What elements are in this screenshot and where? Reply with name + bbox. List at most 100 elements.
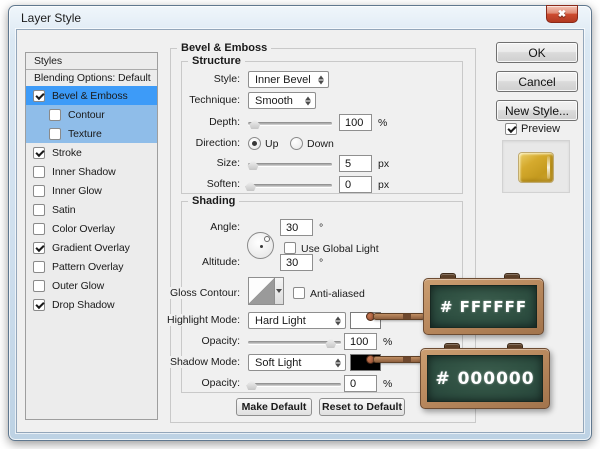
sidebar-item-bevel-emboss[interactable]: Bevel & Emboss — [26, 86, 157, 105]
highlight-opacity-label: Opacity: — [199, 335, 242, 347]
shadow-mode-dropdown[interactable]: Soft Light — [248, 354, 346, 371]
pattern-overlay-checkbox[interactable] — [33, 260, 45, 273]
cancel-button[interactable]: Cancel — [496, 71, 578, 92]
soften-slider[interactable] — [245, 176, 332, 193]
gloss-contour-arrow-icon[interactable] — [275, 277, 284, 305]
stroke-checkbox[interactable] — [33, 146, 45, 159]
soften-unit: px — [378, 179, 390, 191]
dropdown-spinner-icon — [335, 358, 341, 367]
outer-glow-checkbox[interactable] — [33, 279, 45, 292]
depth-input[interactable] — [339, 114, 372, 131]
shadow-hex-chalkboard: # 000000 — [420, 343, 550, 409]
soften-label: Soften: — [204, 178, 242, 190]
highlight-opacity-slider[interactable] — [248, 333, 341, 350]
texture-checkbox[interactable] — [49, 127, 61, 140]
altitude-label: Altitude: — [200, 256, 242, 268]
shadow-opacity-label: Opacity: — [199, 377, 242, 389]
technique-label: Technique: — [187, 94, 242, 106]
anti-aliased-label: Anti-aliased — [310, 288, 365, 300]
depth-label: Depth: — [207, 116, 242, 128]
styles-list-header: Styles — [26, 53, 157, 70]
structure-group-title: Structure — [188, 54, 245, 68]
size-input[interactable] — [339, 155, 372, 172]
depth-unit: % — [378, 117, 388, 129]
new-style-button[interactable]: New Style... — [496, 100, 578, 121]
shadow-mode-label: Shadow Mode: — [167, 356, 242, 368]
sidebar-item-inner-shadow[interactable]: Inner Shadow — [26, 162, 157, 181]
style-preview-thumbnail — [519, 153, 553, 182]
sidebar-item-gradient-overlay[interactable]: Gradient Overlay — [26, 238, 157, 257]
highlight-mode-label: Highlight Mode: — [165, 314, 242, 326]
pointer-stick-icon — [373, 356, 425, 363]
sidebar-item-stroke[interactable]: Stroke — [26, 143, 157, 162]
direction-down-radio[interactable] — [290, 137, 303, 150]
sidebar-item-blending-options[interactable]: Blending Options: Default — [26, 70, 157, 86]
shadow-mode-value: Soft Light — [255, 356, 302, 369]
sidebar-item-outer-glow[interactable]: Outer Glow — [26, 276, 157, 295]
direction-up-radio[interactable] — [248, 137, 261, 150]
chalkboard-frame: # FFFFFF — [423, 278, 544, 335]
style-dropdown-value: Inner Bevel — [255, 73, 311, 86]
style-preview-box — [502, 140, 570, 193]
shadow-opacity-unit: % — [383, 378, 393, 390]
direction-up-label: Up — [265, 138, 279, 150]
pointer-stick-icon — [373, 313, 425, 320]
structure-group: Structure Style: Inner Bevel Technique: … — [181, 54, 463, 194]
highlight-mode-dropdown[interactable]: Hard Light — [248, 312, 346, 329]
make-default-button[interactable]: Make Default — [236, 398, 312, 416]
sidebar-item-pattern-overlay[interactable]: Pattern Overlay — [26, 257, 157, 276]
close-icon: ✖ — [557, 8, 567, 20]
use-global-light-checkbox[interactable] — [284, 242, 296, 254]
chalkboard-frame: # 000000 — [420, 348, 550, 409]
gloss-contour-picker[interactable] — [248, 277, 284, 305]
highlight-opacity-input[interactable] — [344, 333, 377, 350]
direction-down-label: Down — [307, 138, 334, 150]
sidebar-item-color-overlay[interactable]: Color Overlay — [26, 219, 157, 238]
satin-checkbox[interactable] — [33, 203, 45, 216]
contour-checkbox[interactable] — [49, 108, 61, 121]
technique-dropdown[interactable]: Smooth — [248, 92, 316, 109]
screenshot-canvas: Layer Style ✖ Styles Blending Options: D… — [0, 0, 600, 449]
close-button[interactable]: ✖ — [546, 5, 578, 23]
highlight-hex-value: # FFFFFF — [439, 297, 528, 316]
gloss-contour-label: Gloss Contour: — [167, 287, 242, 299]
inner-glow-checkbox[interactable] — [33, 184, 45, 197]
gloss-contour-thumbnail[interactable] — [248, 277, 275, 305]
highlight-opacity-unit: % — [383, 336, 393, 348]
soften-input[interactable] — [339, 176, 372, 193]
angle-label: Angle: — [208, 221, 242, 233]
shadow-opacity-input[interactable] — [344, 375, 377, 392]
preview-checkbox[interactable] — [505, 123, 517, 135]
bevel-emboss-group-title: Bevel & Emboss — [177, 41, 272, 55]
chalkboard-surface: # 000000 — [427, 355, 543, 402]
size-slider[interactable] — [247, 155, 332, 172]
dropdown-spinner-icon — [305, 96, 311, 105]
style-dropdown[interactable]: Inner Bevel — [248, 71, 329, 88]
sidebar-item-drop-shadow[interactable]: Drop Shadow — [26, 295, 157, 314]
shadow-opacity-slider[interactable] — [246, 375, 341, 392]
size-label: Size: — [214, 157, 242, 169]
preview-label: Preview — [521, 123, 561, 135]
anti-aliased-checkbox[interactable] — [293, 287, 305, 299]
drop-shadow-checkbox[interactable] — [33, 298, 45, 311]
sidebar-item-inner-glow[interactable]: Inner Glow — [26, 181, 157, 200]
angle-input[interactable] — [280, 219, 313, 236]
reset-to-default-button[interactable]: Reset to Default — [319, 398, 405, 416]
ok-button[interactable]: OK — [496, 42, 578, 63]
sidebar-item-texture[interactable]: Texture — [26, 124, 157, 143]
style-label: Style: — [211, 73, 242, 85]
chalkboard-surface: # FFFFFF — [430, 285, 537, 328]
altitude-unit: ° — [319, 257, 324, 269]
size-unit: px — [378, 158, 390, 170]
sidebar-item-satin[interactable]: Satin — [26, 200, 157, 219]
altitude-input[interactable] — [280, 254, 313, 271]
gradient-overlay-checkbox[interactable] — [33, 241, 45, 254]
depth-slider[interactable] — [248, 114, 332, 131]
angle-dial-indicator[interactable] — [264, 236, 270, 242]
angle-unit: ° — [319, 222, 324, 234]
bevel-emboss-checkbox[interactable] — [33, 89, 45, 102]
styles-list-panel: Styles Blending Options: Default Bevel &… — [25, 52, 158, 420]
color-overlay-checkbox[interactable] — [33, 222, 45, 235]
inner-shadow-checkbox[interactable] — [33, 165, 45, 178]
sidebar-item-contour[interactable]: Contour — [26, 105, 157, 124]
